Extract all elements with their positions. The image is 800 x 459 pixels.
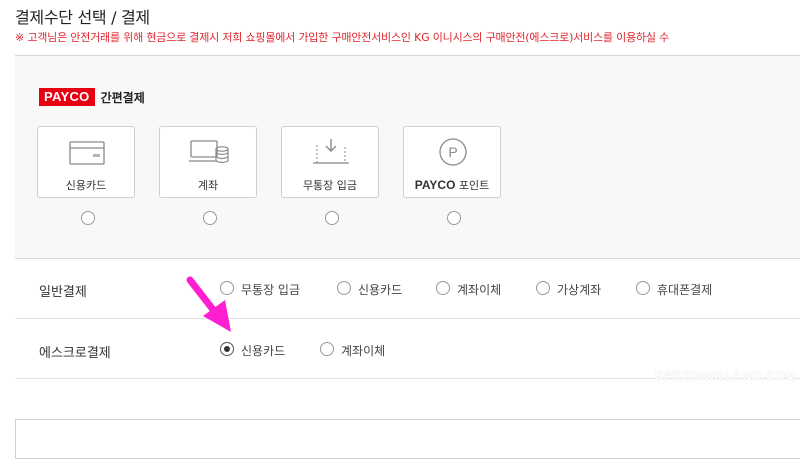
payco-radio-account[interactable] (203, 211, 217, 225)
payco-point-icon: P (439, 138, 467, 166)
credit-card-icon (69, 141, 105, 165)
payco-option-bank-deposit[interactable]: 무통장 입금 (281, 126, 379, 198)
payco-radio-bank-deposit[interactable] (325, 211, 339, 225)
payco-radio-credit-card[interactable] (81, 211, 95, 225)
escrow-option-label: 신용카드 (241, 344, 286, 358)
general-radio-credit-card[interactable] (337, 281, 351, 295)
payco-option-label: 무통장 입금 (302, 179, 358, 192)
row-divider (15, 318, 800, 319)
payco-option-account[interactable]: 계좌 (159, 126, 257, 198)
payco-brand-text: PAYCO (414, 178, 456, 192)
bank-deposit-icon (313, 139, 349, 164)
general-payment-label: 일반결제 (39, 285, 87, 300)
payco-option-credit-card[interactable]: 신용카드 (37, 126, 135, 198)
escrow-payment-label: 에스크로결제 (39, 346, 111, 361)
svg-text:P: P (448, 144, 457, 160)
bank-account-icon (189, 140, 229, 164)
payment-detail-box (15, 419, 800, 459)
page-title: 결제수단 선택 / 결제 (15, 8, 150, 27)
general-option-label: 무통장 입금 (241, 283, 301, 297)
payco-point-label: 포인트 (455, 179, 490, 192)
watermark: SPEEDINKLAND.COM (655, 369, 798, 383)
general-radio-virtual-account[interactable] (536, 281, 550, 295)
payco-option-label: 신용카드 (65, 179, 107, 192)
annotation-arrow (186, 276, 231, 332)
general-option-label: 신용카드 (358, 283, 403, 297)
payco-option-label: PAYCO 포인트 (404, 177, 500, 193)
general-radio-transfer[interactable] (436, 281, 450, 295)
payco-option-point[interactable]: P PAYCO 포인트 (403, 126, 501, 198)
payco-radio-point[interactable] (447, 211, 461, 225)
payco-header: PAYCO 간편결제 (39, 87, 145, 107)
escrow-option-label: 계좌이체 (341, 344, 386, 358)
escrow-radio-credit-card[interactable] (220, 342, 234, 356)
general-option-label: 계좌이체 (457, 283, 502, 297)
general-option-label: 가상계좌 (557, 283, 602, 297)
payco-section: PAYCO 간편결제 신용카드 계좌 무통장 입금 P PAYCO 포인트 (15, 55, 800, 259)
general-radio-mobile[interactable] (636, 281, 650, 295)
payco-logo: PAYCO (39, 88, 95, 106)
general-option-label: 휴대폰결제 (657, 283, 713, 297)
payco-header-label: 간편결제 (100, 90, 145, 105)
escrow-notice: ※ 고객님은 안전거래를 위해 현금으로 결제시 저희 쇼핑몰에서 가입한 구매… (15, 31, 670, 44)
payco-option-label: 계좌 (197, 179, 219, 192)
escrow-radio-transfer[interactable] (320, 342, 334, 356)
